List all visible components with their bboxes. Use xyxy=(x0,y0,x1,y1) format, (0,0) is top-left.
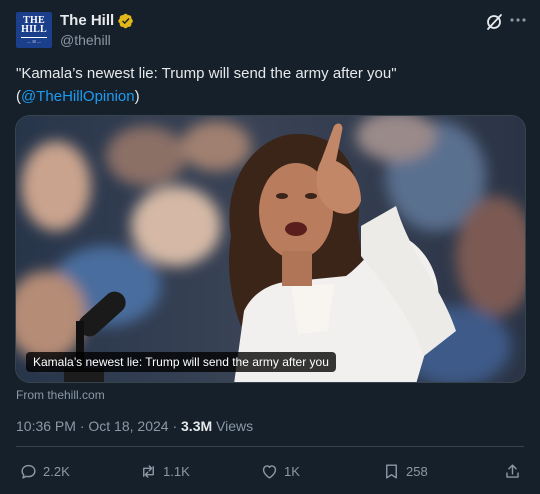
like-icon xyxy=(262,464,277,479)
like-count: 1K xyxy=(284,463,300,479)
views-label: Views xyxy=(212,418,254,434)
handle[interactable]: @thehill xyxy=(60,32,111,48)
author-name-row[interactable]: The Hill xyxy=(60,12,134,29)
reply-count: 2.2K xyxy=(43,463,70,479)
repost-icon xyxy=(143,464,154,478)
divider xyxy=(16,446,524,447)
tweet-text-end: ) xyxy=(134,88,140,105)
meta-separator-2: · xyxy=(168,418,182,434)
bookmark-count: 258 xyxy=(406,463,428,479)
media-caption: Kamala’s newest lie: Trump will send the… xyxy=(26,352,336,372)
avatar-logo-sub: — 30 — xyxy=(27,39,41,44)
display-name[interactable]: The Hill xyxy=(60,12,114,29)
verified-badge-icon xyxy=(118,13,134,28)
meta-separator: · xyxy=(75,418,89,434)
avatar-logo-line2: HILL xyxy=(21,24,47,35)
grok-icon[interactable] xyxy=(484,12,504,32)
share-button[interactable] xyxy=(503,460,522,482)
like-button[interactable]: 1K xyxy=(260,460,300,482)
repost-count: 1.1K xyxy=(163,463,190,479)
reply-icon xyxy=(21,464,36,479)
bookmark-icon xyxy=(386,463,397,479)
bookmark-button[interactable]: 258 xyxy=(382,460,428,482)
mention-link[interactable]: @TheHillOpinion xyxy=(21,88,135,105)
media-source-link[interactable]: From thehill.com xyxy=(16,388,105,402)
tweet-time[interactable]: 10:36 PM xyxy=(16,418,76,434)
media-photo xyxy=(16,116,525,382)
more-icon[interactable] xyxy=(508,10,528,30)
views-count: 3.3M xyxy=(181,418,213,434)
avatar-logo-rule xyxy=(21,37,47,38)
repost-button[interactable]: 1.1K xyxy=(139,460,190,482)
media-card[interactable]: Kamala’s newest lie: Trump will send the… xyxy=(15,115,526,383)
tweet-text: "Kamala’s newest lie: Trump will send th… xyxy=(16,62,524,108)
avatar[interactable]: THE HILL — 30 — xyxy=(16,12,52,48)
tweet-card[interactable]: THE HILL — 30 — The Hill @thehill "Kamal… xyxy=(0,0,540,494)
tweet-meta: 10:36 PM · Oct 18, 2024 · 3.3M Views xyxy=(16,418,253,434)
tweet-date[interactable]: Oct 18, 2024 xyxy=(88,418,168,434)
reply-button[interactable]: 2.2K xyxy=(19,460,70,482)
share-icon xyxy=(506,463,519,478)
